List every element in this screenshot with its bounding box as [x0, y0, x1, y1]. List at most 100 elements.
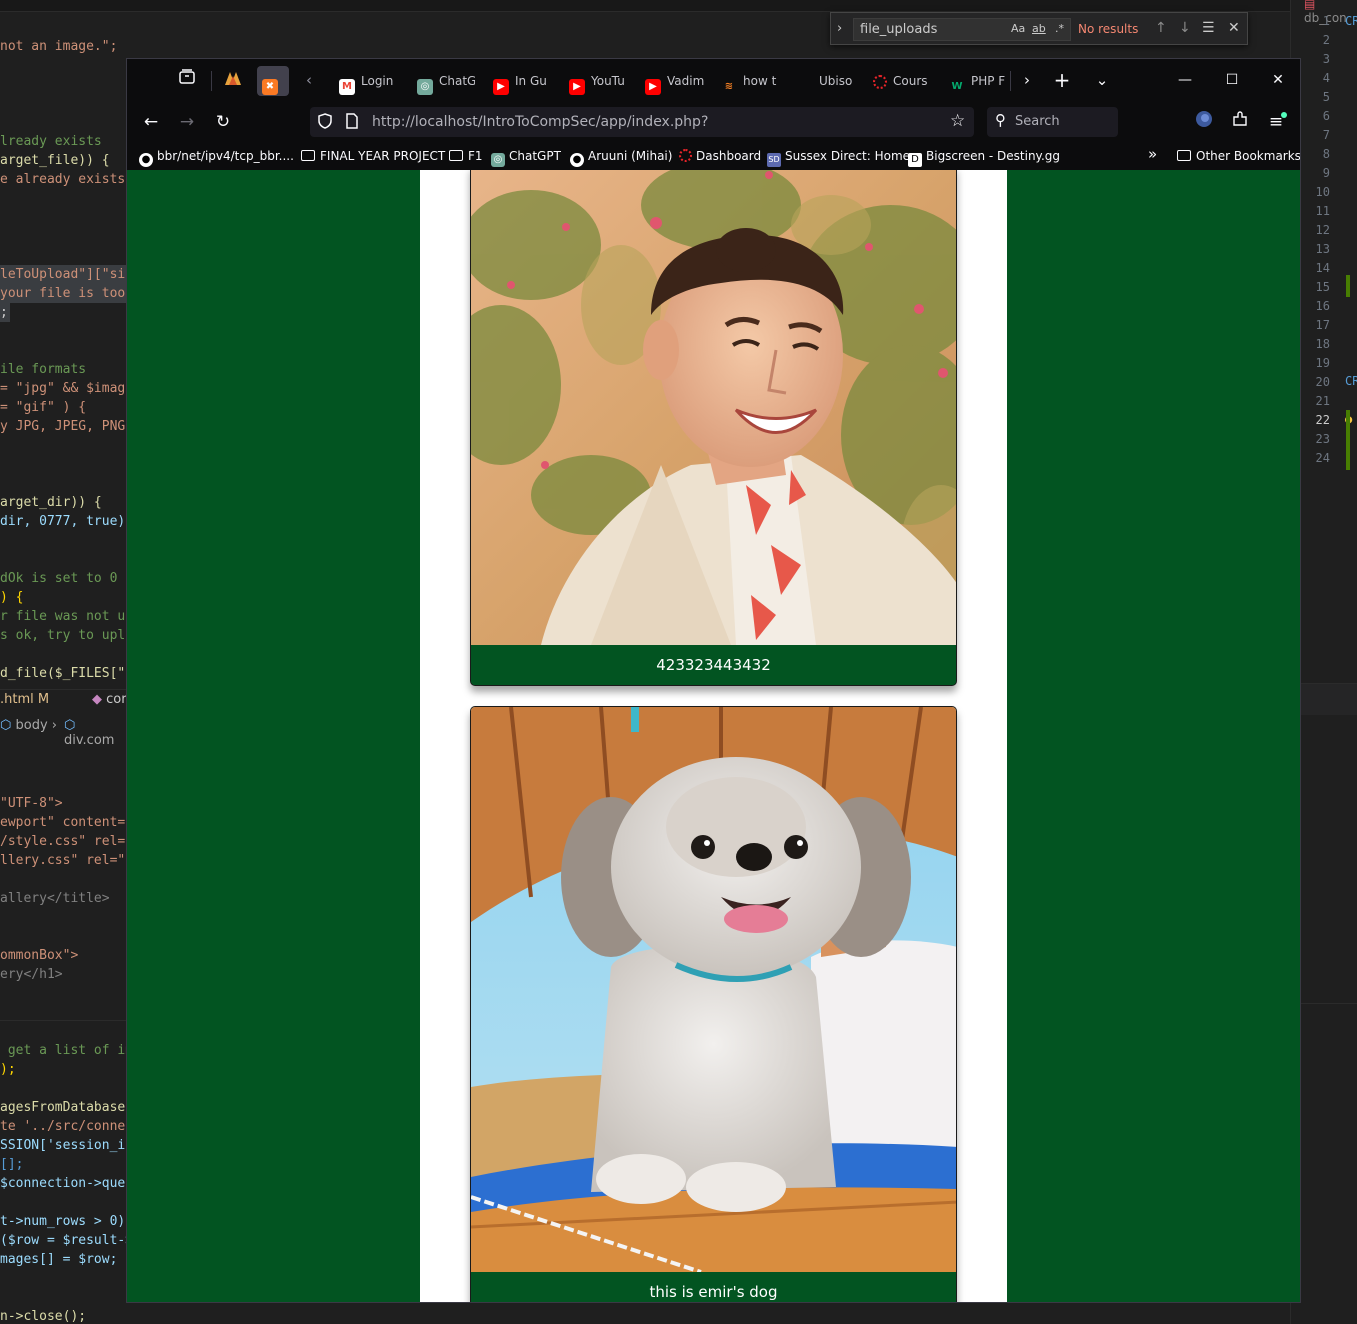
line-number: 4 [1322, 71, 1330, 85]
code-line: lready exists [0, 134, 102, 149]
line-number: 18 [1315, 337, 1330, 351]
app-logo-icon[interactable] [221, 68, 245, 92]
sussex-icon: SD [767, 153, 781, 167]
tracking-protection-icon[interactable] [318, 113, 334, 131]
search-bar[interactable]: ⚲ Search [987, 107, 1118, 137]
tab-courses[interactable]: Cours [865, 66, 933, 96]
bookmark-item[interactable]: D Bigscreen - Destiny.gg [908, 147, 1060, 167]
minimize-icon[interactable]: — [1170, 69, 1200, 91]
line-number: 13 [1315, 242, 1330, 256]
tab-youtube[interactable]: ▶ YouTu [561, 66, 631, 96]
bookmark-folder[interactable]: Other Bookmarks [1177, 147, 1300, 165]
w3schools-icon: W [951, 81, 963, 92]
bookmarks-overflow-icon[interactable]: » [1148, 145, 1157, 163]
previous-match-icon[interactable]: ↑ [1155, 20, 1167, 36]
page-info-icon[interactable] [346, 113, 360, 131]
profile-avatar-icon[interactable] [1192, 110, 1216, 134]
code-editor-left[interactable]: not an image."; lready exists arget_file… [0, 0, 127, 1324]
line-number: 19 [1315, 356, 1330, 370]
bookmark-star-icon[interactable]: ☆ [950, 111, 965, 131]
tab-bar: ✖ ‹ M Login ◎ ChatG ▶ In Gu ▶ YouTu ▶ Vadim ≋… [127, 59, 1300, 102]
code-line: leToUpload"]["siz [0, 265, 127, 284]
tab-ubisoft[interactable]: Ubiso [789, 66, 855, 96]
line-number: 16 [1315, 299, 1330, 313]
url-text[interactable]: http://localhost/IntroToCompSec/app/inde… [372, 113, 708, 131]
git-change-marker [1346, 275, 1350, 297]
match-word-icon[interactable]: ab [1032, 22, 1046, 35]
stackoverflow-icon: ≋ [724, 81, 734, 92]
line-number: 24 [1315, 451, 1330, 465]
folder-icon [1177, 150, 1191, 161]
bookmark-folder[interactable]: F1 [449, 147, 483, 165]
code-line: n->close(); [0, 1309, 87, 1324]
code-line: ile formats [0, 362, 87, 377]
editor-tab-bar: .html M ◆ cor [0, 689, 127, 711]
breadcrumb-item[interactable]: ⬡ body › [0, 718, 57, 733]
line-number: 5 [1322, 90, 1330, 104]
panel-divider [0, 1020, 127, 1021]
bookmark-item[interactable]: ● bbr/net/ipv4/tcp_bbr.... [139, 147, 294, 167]
destiny-icon: D [908, 153, 922, 167]
github-icon: ● [139, 153, 153, 167]
gallery-card: this is emir's dog [470, 706, 957, 1302]
find-in-selection-icon[interactable]: ☰ [1202, 20, 1215, 36]
code-token: CR [1345, 374, 1357, 388]
reload-icon[interactable]: ↻ [211, 110, 235, 134]
bookmarks-toolbar: ● bbr/net/ipv4/tcp_bbr.... FINAL YEAR PRO… [127, 142, 1300, 170]
bookmark-item[interactable]: Dashboard [679, 147, 761, 165]
page-body[interactable]: 423323443432 this is emir's dog [127, 170, 1300, 1302]
tab-scroll-left-icon[interactable]: ‹ [297, 68, 321, 92]
toggle-replace-icon[interactable]: › [837, 21, 842, 36]
tab-in-gu[interactable]: ▶ In Gu [485, 66, 553, 96]
match-case-icon[interactable]: Aa [1011, 22, 1025, 35]
next-match-icon[interactable]: ↓ [1179, 20, 1191, 36]
portrait-photo [471, 170, 956, 645]
code-line: = "jpg" && $imag [0, 381, 126, 396]
code-line: ; [0, 303, 10, 322]
xampp-icon: ✖ [262, 79, 278, 95]
back-icon[interactable]: ← [139, 110, 163, 134]
tab-login[interactable]: M Login [331, 66, 401, 96]
forward-icon[interactable]: → [175, 110, 199, 134]
navigation-toolbar: ← → ↻ http://localhost/IntroToCompSec/ap… [127, 102, 1300, 142]
close-window-icon[interactable]: ✕ [1263, 69, 1293, 91]
tab-vadim[interactable]: ▶ Vadim [637, 66, 709, 96]
panel-divider [1300, 1003, 1357, 1004]
code-line: ommonBox"> [0, 948, 79, 963]
menu-icon[interactable]: ≡ [1264, 110, 1288, 134]
search-input[interactable]: Search [1015, 114, 1060, 129]
github-icon: ● [570, 153, 584, 167]
url-bar[interactable]: http://localhost/IntroToCompSec/app/inde… [310, 107, 974, 137]
folder-icon [449, 150, 463, 161]
line-number: 12 [1315, 223, 1330, 237]
bookmark-folder[interactable]: FINAL YEAR PROJECT [301, 147, 445, 165]
search-icon: ⚲ [995, 111, 1006, 129]
editor-tab[interactable]: ◆ cor [92, 692, 127, 707]
tab-xampp[interactable]: ✖ [257, 66, 289, 96]
bookmark-item[interactable]: ● Aruuni (Mihai) [570, 147, 672, 167]
tab-how-to[interactable]: ≋ how t [713, 66, 779, 96]
line-number: 1 [1322, 14, 1330, 28]
editor-tab[interactable]: .html M [0, 692, 49, 707]
tab-scroll-right-icon[interactable]: › [1015, 68, 1039, 92]
line-number: 11 [1315, 204, 1330, 218]
maximize-icon[interactable]: ☐ [1217, 69, 1247, 91]
new-tab-icon[interactable]: + [1050, 68, 1074, 92]
line-number: 23 [1315, 432, 1330, 446]
breadcrumb-item[interactable]: ⬡ div.com [64, 718, 127, 748]
bookmark-item[interactable]: ◎ ChatGPT [491, 147, 561, 167]
photo-caption: 423323443432 [471, 645, 956, 685]
line-number: 3 [1322, 52, 1330, 66]
tab-separator [1010, 71, 1011, 91]
extensions-icon[interactable] [1228, 110, 1252, 134]
regex-icon[interactable]: .* [1055, 22, 1064, 35]
code-line: ); [0, 1062, 16, 1077]
find-results-count: No results [1078, 22, 1139, 36]
tab-chatgpt[interactable]: ◎ ChatG [409, 66, 475, 96]
tab-overview-icon[interactable] [175, 68, 199, 92]
list-all-tabs-icon[interactable]: ⌄ [1090, 68, 1114, 92]
tab-php[interactable]: W PHP F [941, 66, 1007, 96]
close-icon[interactable]: ✕ [1228, 20, 1240, 36]
bookmark-item[interactable]: SD Sussex Direct: Home [767, 147, 910, 167]
code-line: = "gif" ) { [0, 400, 87, 415]
